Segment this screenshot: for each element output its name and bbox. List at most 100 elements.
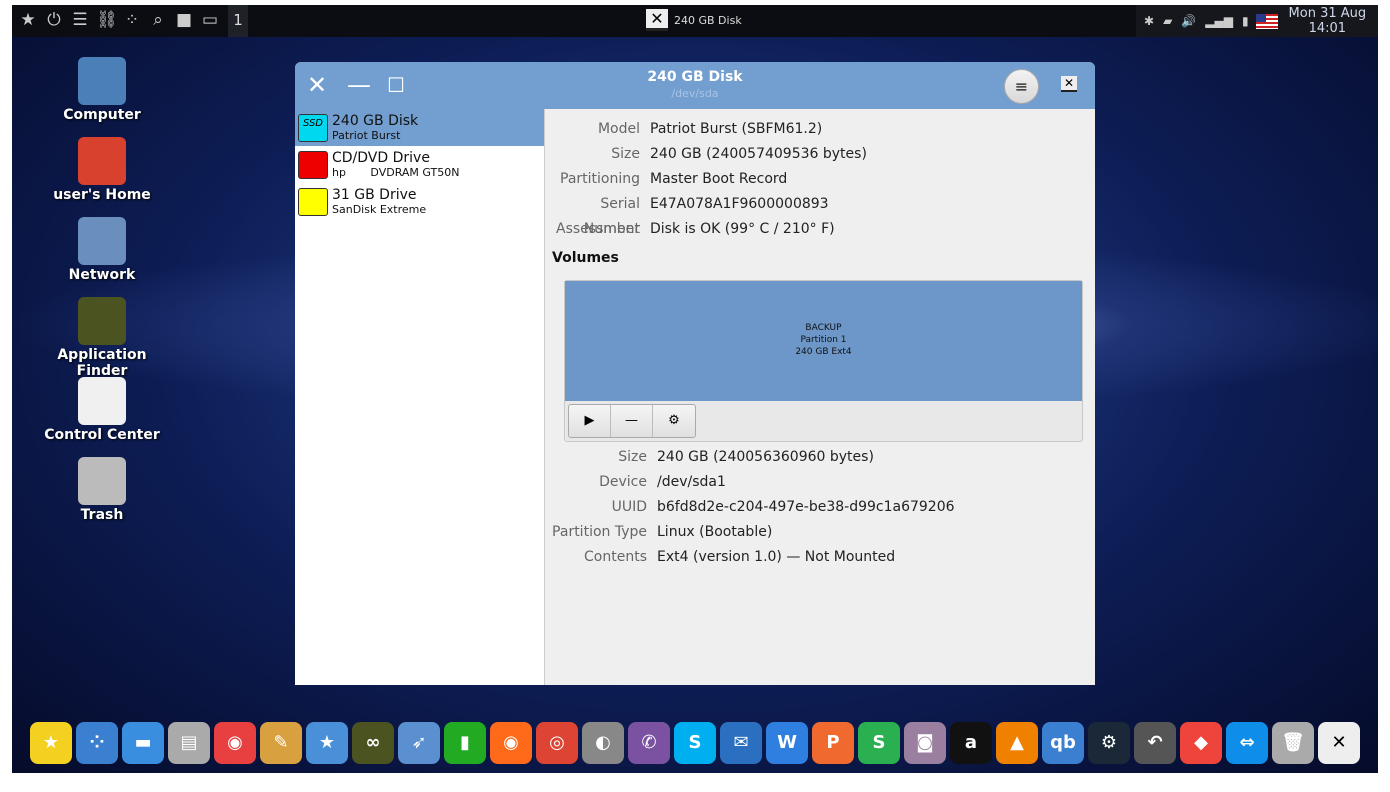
steam-icon[interactable]: ⚙ bbox=[1088, 721, 1130, 764]
info-value: Disk is OK (99° C / 210° F) bbox=[650, 221, 835, 237]
info-label: Assessment bbox=[556, 221, 640, 237]
clipboard-icon[interactable]: ▮ bbox=[1242, 14, 1249, 28]
info-row: Partitioning Master Boot Record bbox=[546, 167, 787, 192]
pipe-icon[interactable]: ▮ bbox=[444, 721, 486, 764]
desktop-item-trash[interactable]: Trash bbox=[42, 457, 162, 523]
drive-name: 240 GB Disk bbox=[332, 113, 419, 129]
anydesk-a-icon[interactable]: a bbox=[950, 721, 992, 764]
desktop-item-network[interactable]: Network bbox=[42, 217, 162, 283]
drive-list: SSD 240 GB Disk Patriot Burst CD/DVD Drive h… bbox=[295, 109, 545, 685]
info-row: UUID b6fd8d2e-c204-497e-be38-d99c1a679206 bbox=[546, 495, 955, 520]
info-value: /dev/sda1 bbox=[657, 474, 726, 490]
desktop-item-computer[interactable]: Computer bbox=[42, 57, 162, 123]
disk-menu-icon[interactable]: ✕ bbox=[1061, 76, 1077, 92]
thunderbird-icon[interactable]: ✉ bbox=[720, 721, 762, 764]
clock-date: Mon 31 Aug bbox=[1288, 6, 1367, 21]
desktop-item-control-center[interactable]: Control Center bbox=[42, 377, 162, 443]
window-title: 240 GB Disk bbox=[647, 69, 743, 85]
presentation-icon[interactable]: P bbox=[812, 721, 854, 764]
anydesk-icon[interactable]: ◆ bbox=[1180, 721, 1222, 764]
workspace-switcher[interactable]: 1 bbox=[228, 5, 248, 37]
control-center-icon[interactable]: ◉ bbox=[214, 721, 256, 764]
drive-name: CD/DVD Drive bbox=[332, 150, 430, 166]
info-value: Master Boot Record bbox=[650, 171, 788, 187]
desktop-icon[interactable]: ▬ bbox=[122, 721, 164, 764]
folder-icon[interactable]: ■ bbox=[174, 9, 194, 31]
info-label: Partitioning bbox=[560, 171, 640, 187]
battery-icon[interactable]: ▰ bbox=[1163, 14, 1172, 28]
desktop-icon[interactable]: ▭ bbox=[200, 9, 220, 31]
home-icon bbox=[78, 137, 126, 185]
info-label: UUID bbox=[611, 499, 647, 515]
drive-item[interactable]: CD/DVD Drive hp DVDRAM GT50N bbox=[295, 146, 544, 183]
dock: ★ ⁘ ▬ ▤ ◉ ✎ ★ ∞ ➶ ▮ ◉ ◎ ◐ ✆ S ✉ W P S ◙ a ▲ qb ⚙ ↶ ◆ ⇔ 🗑 ✕ bbox=[12, 712, 1378, 773]
info-row: Assessment Disk is OK (99° C / 210° F) bbox=[546, 217, 835, 242]
rocket-icon[interactable]: ➶ bbox=[398, 721, 440, 764]
info-row: Size 240 GB (240057409536 bytes) bbox=[546, 142, 867, 167]
info-row: Serial Number E47A078A1F9600000893 bbox=[546, 192, 829, 237]
info-label: Model bbox=[597, 121, 640, 137]
backup-icon[interactable]: ↶ bbox=[1134, 721, 1176, 764]
info-row: Model Patriot Burst (SBFM61.2) bbox=[546, 117, 822, 142]
desktop-item-binoculars[interactable]: Application Finder bbox=[42, 297, 162, 379]
minus-button[interactable]: — bbox=[611, 405, 653, 437]
partition-name: BACKUP bbox=[805, 323, 842, 333]
vlc-icon[interactable]: ▲ bbox=[996, 721, 1038, 764]
volumes-heading: Volumes bbox=[552, 250, 619, 266]
teamviewer-icon[interactable]: ⇔ bbox=[1226, 721, 1268, 764]
network-icon bbox=[78, 217, 126, 265]
disks-app-icon[interactable]: ✕ bbox=[1318, 721, 1360, 764]
us-flag-icon[interactable] bbox=[1255, 13, 1278, 29]
star-icon[interactable]: ★ bbox=[18, 9, 38, 31]
window-subtitle: /dev/sda bbox=[671, 87, 719, 100]
clock-time: 14:01 bbox=[1308, 21, 1347, 36]
trash-icon bbox=[78, 457, 126, 505]
viber-icon[interactable]: ✆ bbox=[628, 721, 670, 764]
signal-icon[interactable]: ▂▄▆ bbox=[1205, 14, 1233, 28]
info-row: Partition Type Linux (Bootable) bbox=[546, 520, 772, 545]
earth-pro-icon[interactable]: ◐ bbox=[582, 721, 624, 764]
system-tray: ✱ ▰ 🔊 ▂▄▆ ▮ Mon 31 Aug 14:01 bbox=[1136, 5, 1378, 37]
skype-icon[interactable]: S bbox=[674, 721, 716, 764]
menu-button[interactable]: ≡ bbox=[1004, 69, 1039, 104]
software-store-icon[interactable]: ★ bbox=[306, 721, 348, 764]
power-icon[interactable]: ⏻ bbox=[44, 9, 64, 31]
drive-icon bbox=[298, 150, 328, 179]
drive-model: SanDisk Extreme bbox=[332, 203, 427, 216]
partition-block[interactable]: BACKUP Partition 1 240 GB Ext4 bbox=[565, 281, 1082, 401]
webcam-icon[interactable]: ◙ bbox=[904, 721, 946, 764]
drive-item[interactable]: 31 GB Drive SanDisk Extreme bbox=[295, 183, 544, 220]
writer-icon[interactable]: W bbox=[766, 721, 808, 764]
drive-model: Patriot Burst bbox=[332, 129, 401, 142]
disks-window: ✕ — ☐ 240 GB Disk /dev/sda ≡ ✕ SSD 240 GB… bbox=[295, 62, 1095, 685]
binoculars-icon[interactable]: ⛓ bbox=[96, 9, 118, 31]
info-value: b6fd8d2e-c204-497e-be38-d99c1a679206 bbox=[657, 499, 955, 515]
info-label: Serial Number bbox=[583, 196, 640, 237]
search-icon[interactable]: ⌕ bbox=[148, 9, 168, 31]
binoculars-icon[interactable]: ∞ bbox=[352, 721, 394, 764]
spreadsheet-icon[interactable]: S bbox=[858, 721, 900, 764]
star-icon[interactable]: ★ bbox=[30, 721, 72, 764]
qbittorrent-icon[interactable]: qb bbox=[1042, 721, 1084, 764]
toggle-icon[interactable]: ☰ bbox=[70, 9, 90, 31]
firefox-icon[interactable]: ◉ bbox=[490, 721, 532, 764]
taskbar-item-disks[interactable]: ✕ 240 GB Disk bbox=[646, 9, 742, 31]
bluetooth-icon[interactable]: ✱ bbox=[1144, 14, 1154, 28]
desktop-item-label: Application Finder bbox=[57, 347, 147, 379]
info-value: Patriot Burst (SBFM61.2) bbox=[650, 121, 823, 137]
clock[interactable]: Mon 31 Aug 14:01 bbox=[1289, 6, 1367, 36]
partition-desc: 240 GB Ext4 bbox=[795, 347, 852, 357]
desktop-item-home[interactable]: user's Home bbox=[42, 137, 162, 203]
trash-icon[interactable]: 🗑 bbox=[1272, 721, 1314, 764]
volume-icon[interactable]: 🔊 bbox=[1181, 14, 1196, 28]
drive-item[interactable]: SSD 240 GB Disk Patriot Burst bbox=[295, 109, 544, 146]
drive-model: hp DVDRAM GT50N bbox=[332, 166, 460, 179]
gear-button[interactable]: ⚙ bbox=[653, 405, 695, 437]
palette-icon[interactable]: ✎ bbox=[260, 721, 302, 764]
file-cabinet-icon[interactable]: ▤ bbox=[168, 721, 210, 764]
play-button[interactable]: ▶ bbox=[569, 405, 611, 437]
apps-icon[interactable]: ⁘ bbox=[76, 721, 118, 764]
info-value: 240 GB (240057409536 bytes) bbox=[650, 146, 867, 162]
apps-grid-icon[interactable]: ⁘ bbox=[122, 9, 142, 31]
chrome-icon[interactable]: ◎ bbox=[536, 721, 578, 764]
